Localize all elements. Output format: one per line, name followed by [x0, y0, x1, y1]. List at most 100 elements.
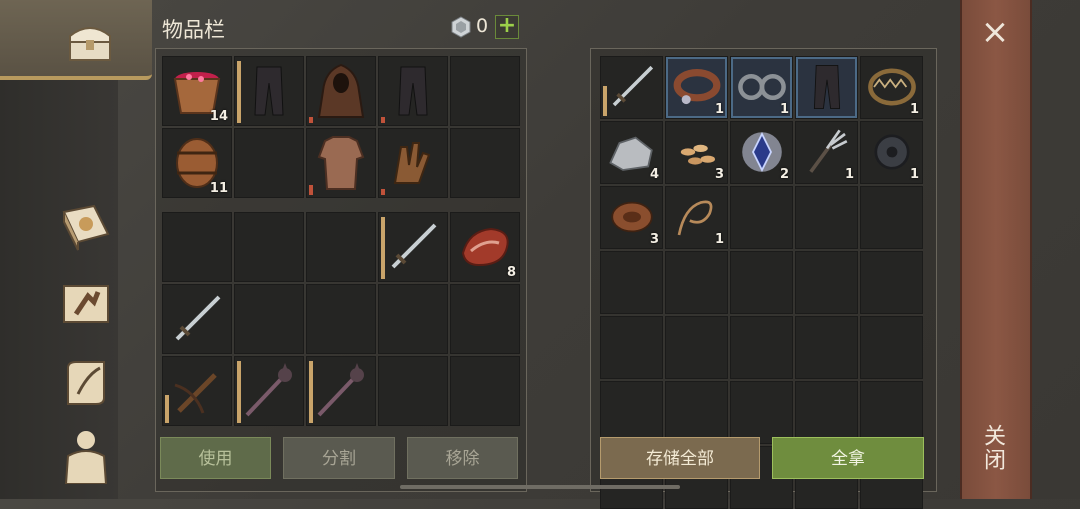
- item-count: 3: [714, 167, 724, 182]
- empty-slot[interactable]: [730, 186, 793, 249]
- close-icon[interactable]: ×: [980, 15, 1010, 51]
- item-slot-chainmail[interactable]: [306, 128, 376, 198]
- item-count: 8: [506, 265, 516, 280]
- add-gems-button[interactable]: +: [495, 15, 519, 39]
- empty-slot[interactable]: [665, 251, 728, 314]
- empty-slot[interactable]: [795, 251, 858, 314]
- empty-slot[interactable]: [860, 186, 923, 249]
- empty-slot[interactable]: [860, 381, 923, 444]
- mace-icon: [245, 363, 292, 417]
- item-slot-iron-shackles[interactable]: 1: [730, 56, 793, 119]
- durability-bar: [309, 361, 313, 423]
- store-all-button[interactable]: 存储全部: [600, 437, 760, 479]
- item-slot-hood-cloak[interactable]: [306, 56, 376, 126]
- item-slot-mace[interactable]: [306, 356, 376, 426]
- empty-slot[interactable]: [234, 212, 304, 282]
- empty-slot[interactable]: [730, 381, 793, 444]
- empty-slot[interactable]: [378, 356, 448, 426]
- empty-slot[interactable]: [795, 381, 858, 444]
- item-slot-sword[interactable]: [600, 56, 663, 119]
- empty-slot[interactable]: [450, 128, 520, 198]
- remove-button[interactable]: 移除: [407, 437, 518, 479]
- map-icon[interactable]: [58, 276, 114, 332]
- split-button[interactable]: 分割: [283, 437, 395, 479]
- empty-slot[interactable]: [860, 251, 923, 314]
- item-count: 1: [779, 102, 789, 117]
- item-count: 3: [649, 232, 659, 247]
- item-count: 1: [844, 167, 854, 182]
- equipment-grid: 14 11: [162, 56, 520, 198]
- sword-icon: [391, 223, 437, 269]
- item-slot-crossbow[interactable]: [162, 356, 232, 426]
- empty-slot[interactable]: [450, 284, 520, 354]
- durability-bar: [237, 361, 241, 423]
- empty-slot[interactable]: [162, 212, 232, 282]
- item-slot-pitchfork[interactable]: 1: [795, 121, 858, 184]
- empty-slot[interactable]: [795, 316, 858, 379]
- durability-bar: [165, 395, 169, 423]
- item-count: 11: [209, 181, 228, 196]
- durability-bar: [381, 117, 385, 123]
- sword-icon: [175, 295, 221, 341]
- item-slot-rope[interactable]: 1: [665, 186, 728, 249]
- chest-icon[interactable]: [62, 14, 118, 70]
- take-all-button[interactable]: 全拿: [772, 437, 924, 479]
- item-slot-dark-pants[interactable]: [378, 56, 448, 126]
- empty-slot[interactable]: [665, 381, 728, 444]
- item-slot-berry-bucket[interactable]: 14: [162, 56, 232, 126]
- empty-slot[interactable]: [234, 284, 304, 354]
- durability-bar: [381, 189, 385, 195]
- item-slot-gear-part[interactable]: 1: [860, 121, 923, 184]
- empty-slot[interactable]: [730, 316, 793, 379]
- chainmail-icon: [317, 136, 365, 190]
- item-slot-leather-collar[interactable]: 1: [665, 56, 728, 119]
- dark-pants-icon: [398, 66, 428, 116]
- hood-cloak-icon: [317, 63, 365, 118]
- durability-bar: [309, 185, 313, 195]
- character-icon[interactable]: [58, 428, 114, 485]
- item-slot-stone-ore[interactable]: 4: [600, 121, 663, 184]
- empty-slot[interactable]: [600, 381, 663, 444]
- empty-slot[interactable]: [234, 128, 304, 198]
- item-slot-bear-trap[interactable]: 1: [860, 56, 923, 119]
- empty-slot[interactable]: [795, 186, 858, 249]
- empty-slot[interactable]: [600, 251, 663, 314]
- item-count: 1: [909, 167, 919, 182]
- item-slot-wooden-barrel[interactable]: 11: [162, 128, 232, 198]
- item-count: 1: [714, 102, 724, 117]
- empty-slot[interactable]: [306, 284, 376, 354]
- empty-slot[interactable]: [306, 212, 376, 282]
- sun-book-icon[interactable]: [58, 198, 114, 254]
- item-count: 2: [779, 167, 789, 182]
- durability-bar: [237, 61, 241, 123]
- mace-icon: [317, 363, 364, 417]
- item-count: 4: [649, 167, 659, 182]
- item-slot-dark-pants[interactable]: [234, 56, 304, 126]
- empty-slot[interactable]: [450, 56, 520, 126]
- empty-slot[interactable]: [730, 251, 793, 314]
- empty-slot[interactable]: [665, 316, 728, 379]
- item-slot-dark-pants[interactable]: [795, 56, 858, 119]
- dark-pants-icon: [254, 66, 284, 116]
- durability-bar: [309, 117, 313, 123]
- sword-icon: [612, 65, 654, 107]
- scroll-quill-icon[interactable]: [58, 354, 114, 410]
- gem-count: 0: [476, 15, 489, 37]
- durability-bar: [381, 217, 385, 279]
- item-slot-sword[interactable]: [162, 284, 232, 354]
- item-slot-seeds[interactable]: 3: [665, 121, 728, 184]
- item-slot-raw-meat[interactable]: 8: [450, 212, 520, 282]
- empty-slot[interactable]: [450, 356, 520, 426]
- item-slot-sword[interactable]: [378, 212, 448, 282]
- backpack-grid: 8: [162, 212, 520, 426]
- item-slot-crystal-shard[interactable]: 2: [730, 121, 793, 184]
- empty-slot[interactable]: [600, 316, 663, 379]
- item-slot-leather-gloves[interactable]: [378, 128, 448, 198]
- use-button[interactable]: 使用: [160, 437, 271, 479]
- empty-slot[interactable]: [860, 316, 923, 379]
- item-slot-leather-roll[interactable]: 3: [600, 186, 663, 249]
- empty-slot[interactable]: [378, 284, 448, 354]
- inventory-title: 物品栏: [162, 18, 225, 42]
- item-slot-mace[interactable]: [234, 356, 304, 426]
- close-label[interactable]: 关闭: [980, 424, 1008, 472]
